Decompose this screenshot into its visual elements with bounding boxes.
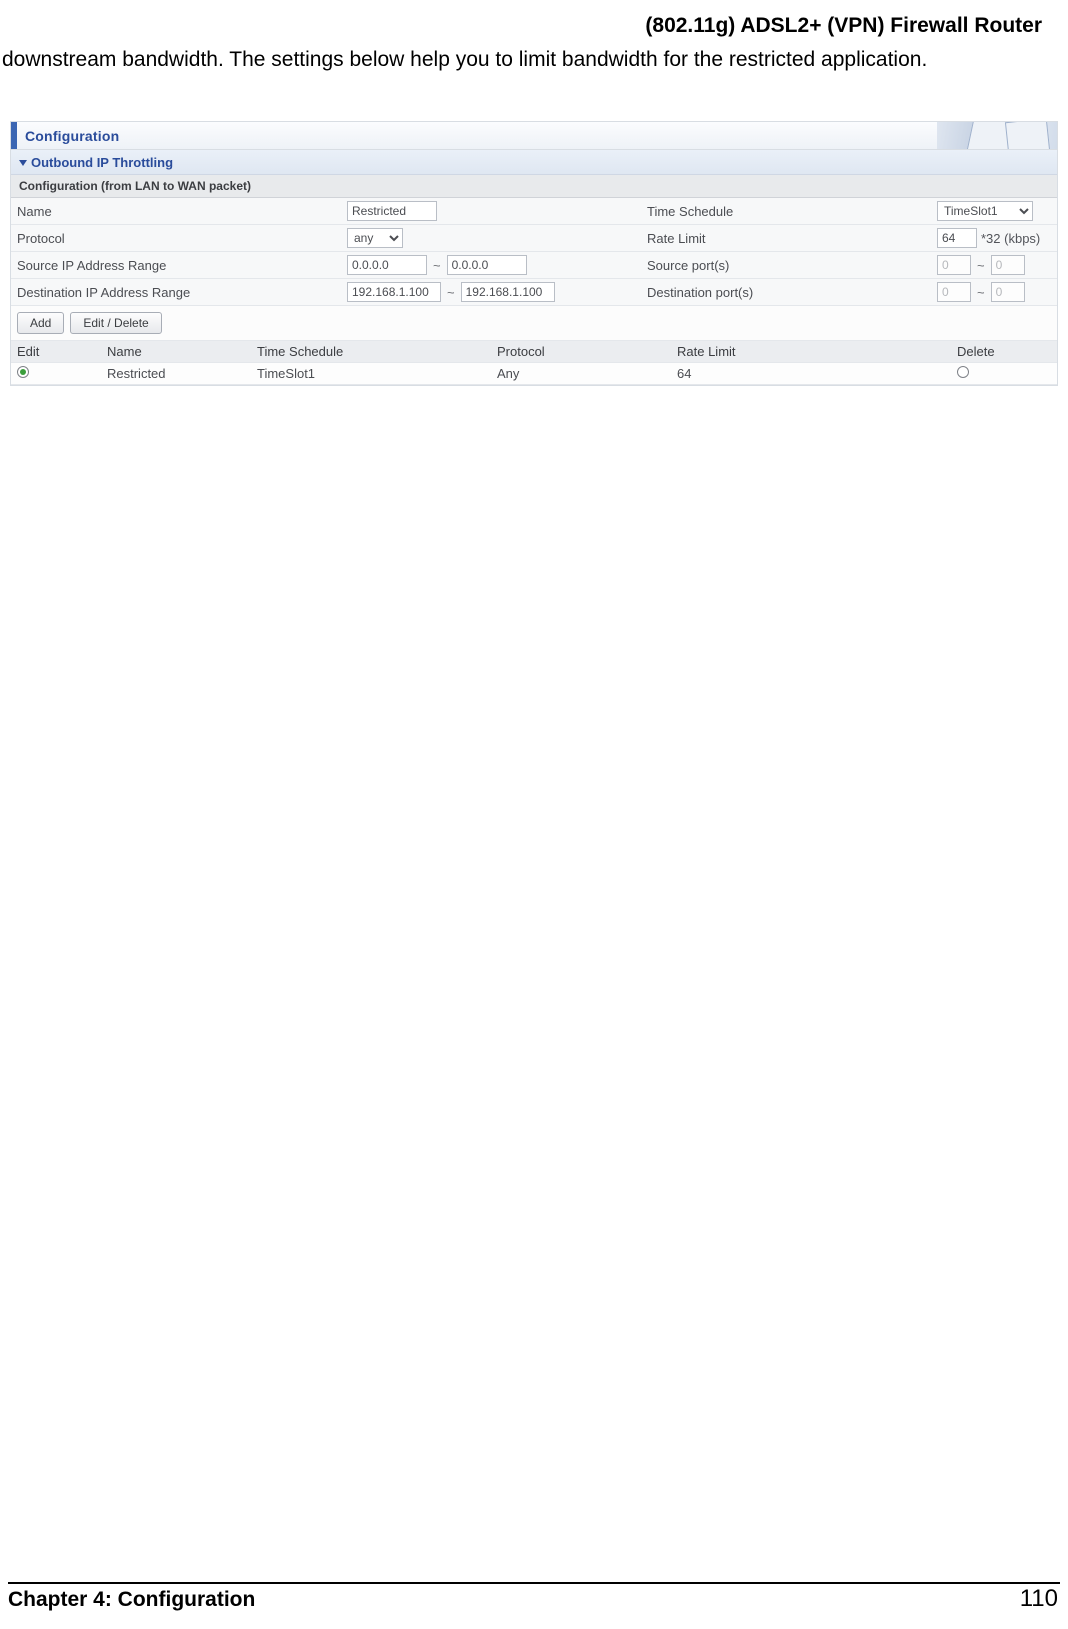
header-decoration (937, 122, 1057, 149)
range-separator: ~ (431, 258, 443, 273)
range-separator: ~ (975, 285, 987, 300)
source-port-from-input[interactable] (937, 255, 971, 275)
range-separator: ~ (445, 285, 457, 300)
add-button[interactable]: Add (17, 312, 64, 334)
page-number: 110 (1020, 1585, 1060, 1613)
grid-cell-protocol: Any (491, 363, 671, 384)
label-destination-ports: Destination port(s) (641, 282, 931, 303)
range-separator: ~ (975, 258, 987, 273)
source-port-to-input[interactable] (991, 255, 1025, 275)
form-row-name: Name Time Schedule TimeSlot1 (11, 198, 1057, 225)
form-row-destination: Destination IP Address Range ~ Destinati… (11, 279, 1057, 306)
destination-ip-from-input[interactable] (347, 282, 441, 302)
grid-header-delete: Delete (951, 341, 1057, 362)
intro-text: downstream bandwidth. The settings below… (0, 46, 1068, 73)
subsection-header: Configuration (from LAN to WAN packet) (11, 175, 1057, 198)
edit-radio[interactable] (17, 366, 29, 378)
label-protocol: Protocol (11, 228, 341, 249)
label-source-ip: Source IP Address Range (11, 255, 341, 276)
source-ip-from-input[interactable] (347, 255, 427, 275)
source-ip-to-input[interactable] (447, 255, 527, 275)
rate-limit-unit: *32 (kbps) (981, 231, 1040, 246)
document-page: (802.11g) ADSL2+ (VPN) Firewall Router d… (0, 0, 1068, 1629)
grid-cell-name: Restricted (101, 363, 251, 384)
delete-radio[interactable] (957, 366, 969, 378)
collapse-icon (19, 160, 27, 166)
grid-cell-time-schedule: TimeSlot1 (251, 363, 491, 384)
section-title: Outbound IP Throttling (31, 155, 173, 170)
grid-header-rate-limit: Rate Limit (671, 341, 951, 362)
grid-header-edit: Edit (11, 341, 101, 362)
grid-header-name: Name (101, 341, 251, 362)
protocol-select[interactable]: any (347, 228, 403, 248)
label-destination-ip: Destination IP Address Range (11, 282, 341, 303)
grid-header-time-schedule: Time Schedule (251, 341, 491, 362)
form-row-source: Source IP Address Range ~ Source port(s)… (11, 252, 1057, 279)
section-header[interactable]: Outbound IP Throttling (11, 150, 1057, 175)
footer-rule (8, 1582, 1060, 1584)
grid-cell-rate-limit: 64 (671, 363, 951, 384)
config-panel: Configuration Outbound IP Throttling Con… (10, 121, 1058, 386)
panel-header: Configuration (11, 122, 1057, 150)
edit-delete-button[interactable]: Edit / Delete (70, 312, 161, 334)
grid-header-protocol: Protocol (491, 341, 671, 362)
label-rate-limit: Rate Limit (641, 228, 931, 249)
time-schedule-select[interactable]: TimeSlot1 (937, 201, 1033, 221)
grid-row: Restricted TimeSlot1 Any 64 (11, 363, 1057, 385)
rate-limit-input[interactable] (937, 228, 977, 248)
label-source-ports: Source port(s) (641, 255, 931, 276)
document-title: (802.11g) ADSL2+ (VPN) Firewall Router (0, 10, 1068, 46)
form-row-protocol: Protocol any Rate Limit *32 (kbps) (11, 225, 1057, 252)
label-name: Name (11, 201, 341, 222)
page-footer: Chapter 4: Configuration 110 (0, 1582, 1068, 1613)
destination-port-from-input[interactable] (937, 282, 971, 302)
grid-header: Edit Name Time Schedule Protocol Rate Li… (11, 341, 1057, 363)
destination-ip-to-input[interactable] (461, 282, 555, 302)
label-time-schedule: Time Schedule (641, 201, 931, 222)
name-input[interactable] (347, 201, 437, 221)
destination-port-to-input[interactable] (991, 282, 1025, 302)
button-row: Add Edit / Delete (11, 306, 1057, 341)
chapter-label: Chapter 4: Configuration (8, 1588, 255, 1612)
panel-title: Configuration (17, 122, 127, 149)
